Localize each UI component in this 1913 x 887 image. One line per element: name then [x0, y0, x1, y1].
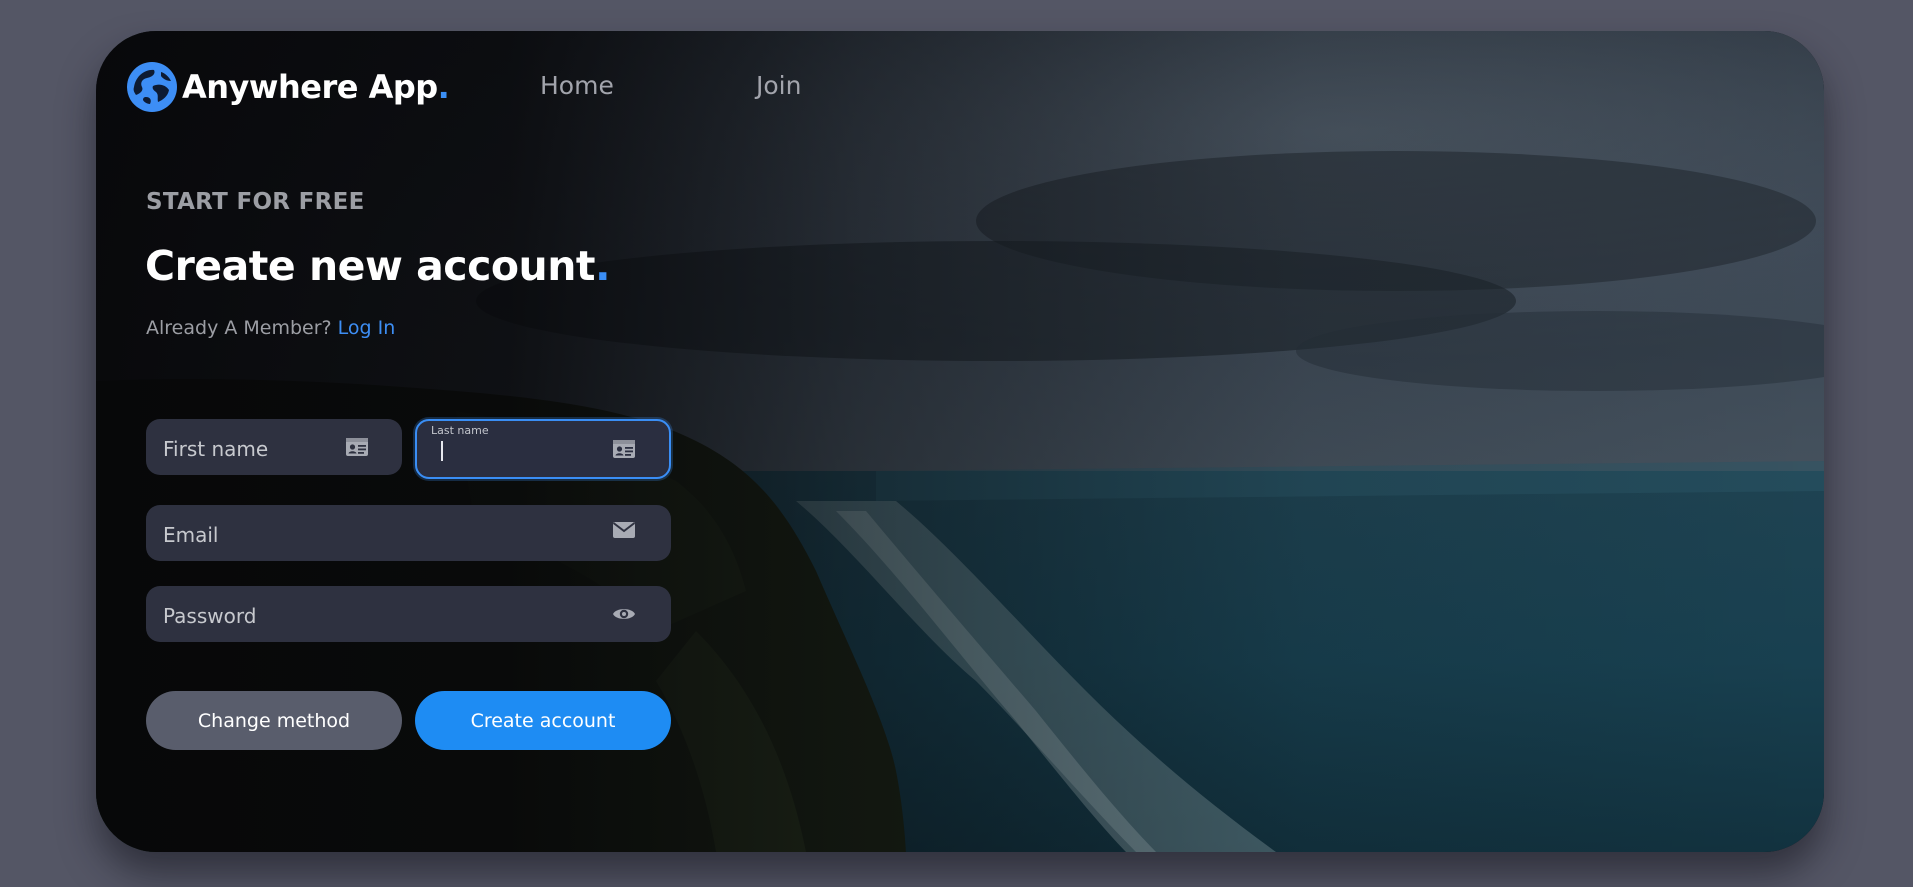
- email-placeholder: Email: [163, 523, 219, 547]
- member-prompt: Already A Member? Log In: [146, 317, 396, 339]
- eyebrow-text: START FOR FREE: [146, 189, 365, 215]
- id-card-icon: [613, 440, 635, 458]
- password-field[interactable]: Password: [146, 586, 671, 642]
- login-link[interactable]: Log In: [338, 317, 396, 339]
- last-name-label: Last name: [431, 424, 489, 437]
- email-field[interactable]: Email: [146, 505, 671, 561]
- password-placeholder: Password: [163, 604, 257, 628]
- globe-icon: [127, 62, 177, 112]
- text-cursor: [441, 441, 443, 461]
- nav-home-link[interactable]: Home: [540, 71, 614, 100]
- eye-icon[interactable]: [612, 602, 636, 626]
- signup-card: Anywhere App. Home Join START FOR FREE C…: [96, 31, 1824, 852]
- envelope-icon: [612, 522, 636, 538]
- id-card-icon: [346, 438, 368, 456]
- top-nav: Anywhere App. Home Join: [126, 59, 801, 115]
- first-name-field[interactable]: First name: [146, 419, 402, 475]
- first-name-placeholder: First name: [163, 437, 269, 461]
- nav-join-link[interactable]: Join: [756, 71, 801, 100]
- change-method-button[interactable]: Change method: [146, 691, 402, 750]
- last-name-field[interactable]: Last name: [415, 419, 671, 479]
- create-account-button[interactable]: Create account: [415, 691, 671, 750]
- brand-name: Anywhere App.: [182, 68, 450, 106]
- page-title: Create new account.: [145, 242, 611, 290]
- app-logo[interactable]: Anywhere App.: [126, 61, 450, 113]
